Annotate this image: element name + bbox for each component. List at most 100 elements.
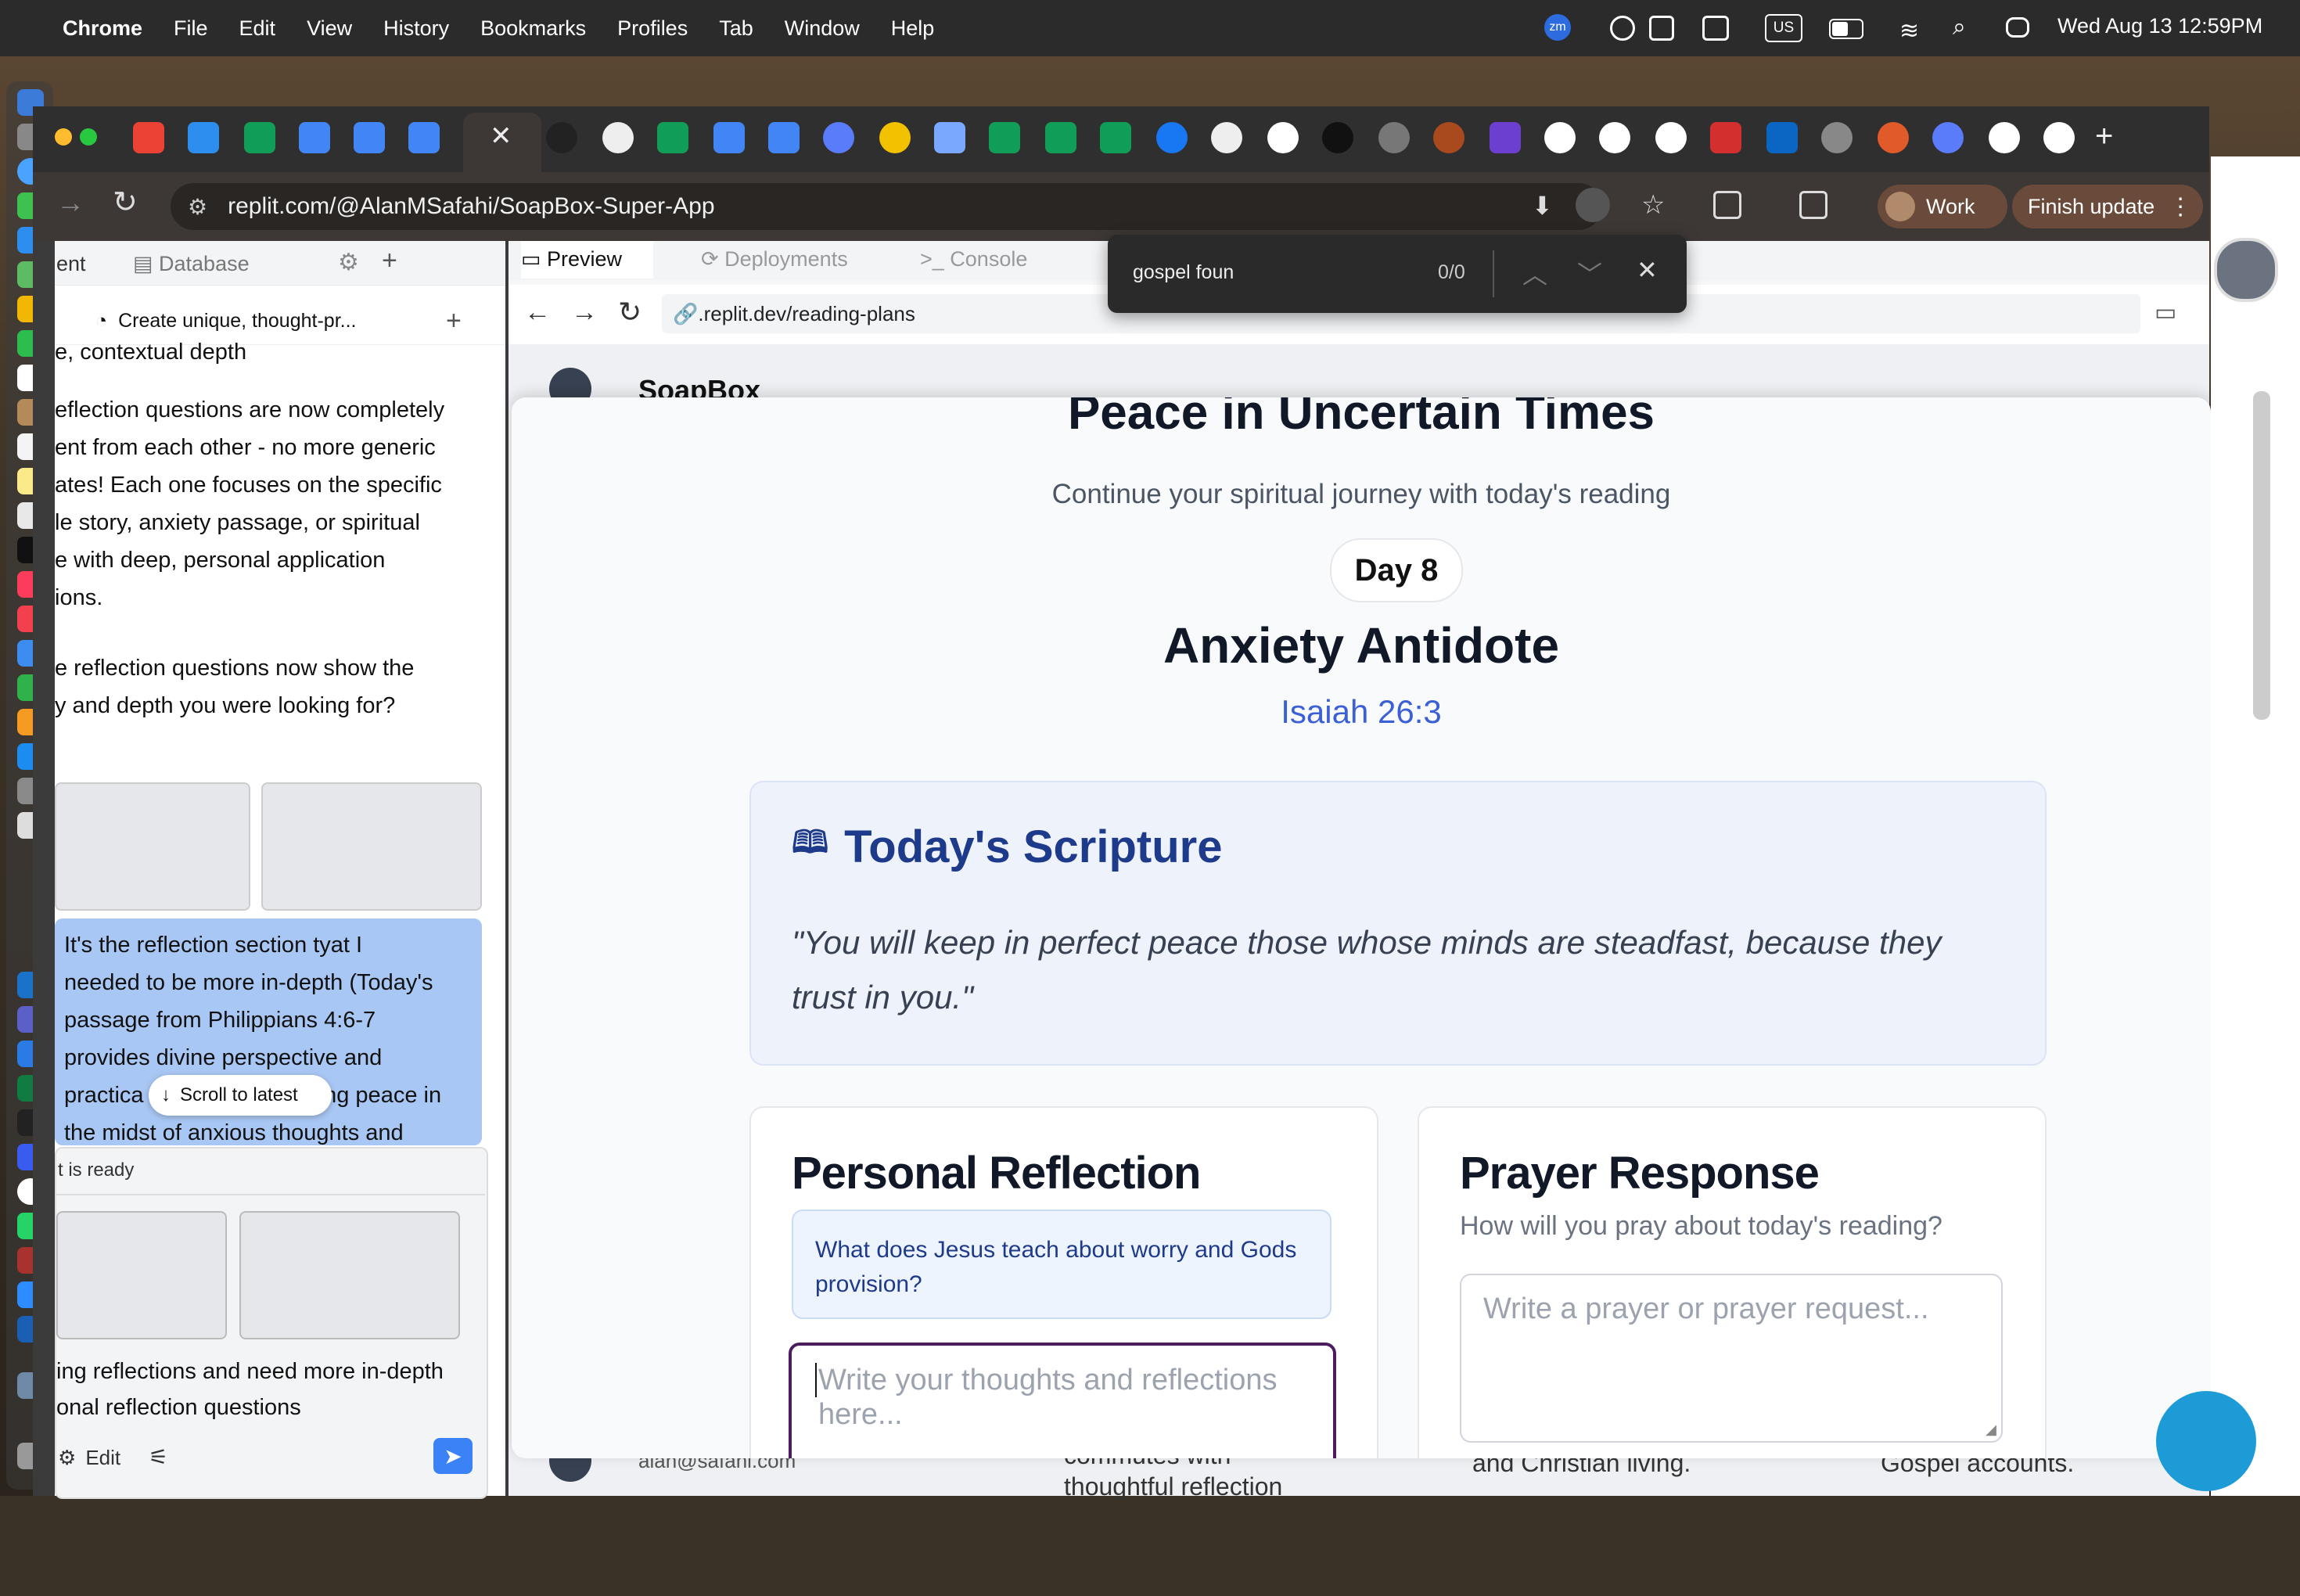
tab-close-icon[interactable]: ✕	[490, 120, 512, 152]
menu-view[interactable]: View	[307, 16, 352, 41]
chat-widget-button[interactable]	[2156, 1391, 2256, 1491]
tab-gemini[interactable]	[934, 122, 965, 153]
tab-sheets-3[interactable]	[989, 122, 1020, 153]
tab-app-8[interactable]	[1878, 122, 1909, 153]
menu-history[interactable]: History	[383, 16, 449, 41]
preview-forward-icon[interactable]: →	[571, 297, 598, 328]
finish-update-button[interactable]: Finish update ⋮	[2012, 185, 2203, 228]
tab-app-2[interactable]	[823, 122, 854, 153]
battery-icon[interactable]	[1829, 19, 1863, 39]
screenshot-thumbnail[interactable]	[261, 782, 482, 911]
input-source-indicator[interactable]: US	[1765, 14, 1802, 42]
new-chat-icon[interactable]: +	[446, 306, 462, 336]
preview-back-icon[interactable]: ←	[524, 297, 551, 328]
forward-icon[interactable]: →	[56, 186, 84, 219]
site-info-icon[interactable]: ⚙	[188, 194, 207, 220]
tab-app-7[interactable]	[1710, 122, 1741, 153]
tab-app-4[interactable]	[1378, 122, 1410, 153]
install-app-icon[interactable]: ⬇	[1532, 191, 1553, 221]
tab-facebook[interactable]	[1156, 122, 1188, 153]
history-icon[interactable]: ◔	[95, 310, 107, 332]
tab-console[interactable]: >_ Console	[920, 241, 1027, 277]
tab-active[interactable]: ✕	[463, 113, 541, 172]
address-bar[interactable]: ⚙ replit.com/@AlanMSafahi/SoapBox-Super-…	[171, 183, 1665, 230]
tab-app-3[interactable]	[879, 122, 911, 153]
extensions-icon[interactable]	[1713, 191, 1741, 219]
tab-agent[interactable]: ent	[56, 252, 86, 276]
add-tab-icon[interactable]: +	[382, 246, 397, 276]
composer-input[interactable]: ing reflections and need more in-depth o…	[56, 1353, 444, 1425]
tab-app-5[interactable]	[1433, 122, 1464, 153]
window-minimize-button[interactable]	[55, 128, 72, 146]
tab-search-icon[interactable]	[1799, 191, 1827, 219]
tab-docs-2[interactable]	[354, 122, 385, 153]
tab-docs-4[interactable]	[713, 122, 745, 153]
attachment-thumbnail[interactable]	[56, 1211, 227, 1339]
tab-deployments[interactable]: ⟳ Deployments	[701, 241, 848, 277]
tab-google-2[interactable]	[1544, 122, 1576, 153]
menu-bookmarks[interactable]: Bookmarks	[480, 16, 586, 41]
tab-google-4[interactable]	[1655, 122, 1687, 153]
control-center-icon[interactable]	[2006, 17, 2029, 38]
find-query-input[interactable]: gospel foun	[1133, 261, 1234, 284]
spotlight-search-icon[interactable]: ⌕	[1953, 14, 1966, 41]
tab-google[interactable]	[1267, 122, 1299, 153]
tab-linkedin[interactable]	[1766, 122, 1798, 153]
preview-reload-icon[interactable]: ↻	[618, 296, 641, 329]
tab-openai[interactable]	[546, 122, 577, 153]
profile-button[interactable]: Work	[1878, 185, 2007, 228]
menu-file[interactable]: File	[174, 16, 208, 41]
accessibility-status-icon[interactable]	[1610, 16, 1635, 41]
tab-sheets[interactable]	[244, 122, 275, 153]
tab-globe[interactable]	[1821, 122, 1853, 153]
find-in-page-icon[interactable]	[1576, 188, 1610, 222]
tab-preview[interactable]: ▭ Preview	[521, 241, 654, 279]
tab-sheets-2[interactable]	[657, 122, 688, 153]
menubar-clock[interactable]: Wed Aug 13 12:59PM	[2057, 14, 2262, 38]
tab-app-9[interactable]	[1932, 122, 1964, 153]
tab-x-circle[interactable]	[602, 122, 634, 153]
chat-title[interactable]: Create unique, thought-pr...	[118, 310, 356, 332]
tab-sheets-4[interactable]	[1045, 122, 1076, 153]
device-toggle-icon[interactable]: ▭	[2154, 299, 2176, 326]
settings-sliders-icon[interactable]: ⚟	[149, 1444, 168, 1470]
tab-docs-3[interactable]	[408, 122, 440, 153]
teams-status-icon[interactable]	[1702, 16, 1729, 41]
menu-profiles[interactable]: Profiles	[617, 16, 688, 41]
find-previous-icon[interactable]: ︿	[1522, 255, 1547, 291]
screenshot-thumbnail[interactable]	[55, 782, 250, 911]
settings-gear-icon[interactable]: ⚙	[338, 249, 359, 276]
menu-edit[interactable]: Edit	[239, 16, 276, 41]
collapse-chevron-icon[interactable]	[2244, 1549, 2291, 1596]
tab-docs-5[interactable]	[768, 122, 800, 153]
reflection-textarea[interactable]: Write your thoughts and reflections here…	[789, 1343, 1336, 1458]
reload-icon[interactable]: ↻	[113, 185, 138, 220]
find-next-icon[interactable]: ﹀	[1577, 255, 1602, 291]
scroll-to-latest-button[interactable]: ↓ Scroll to latest	[149, 1075, 332, 1116]
tab-google-6[interactable]	[2043, 122, 2075, 153]
chrome-menu-icon[interactable]: ⋮	[2169, 193, 2192, 221]
tab-database[interactable]: ▤ Database	[133, 252, 250, 276]
attachment-thumbnail[interactable]	[239, 1211, 460, 1339]
tab-google-3[interactable]	[1599, 122, 1630, 153]
tab-app-6[interactable]	[1490, 122, 1521, 153]
outlook-status-icon[interactable]	[1649, 16, 1674, 41]
tab-docs[interactable]	[299, 122, 330, 153]
zoom-status-icon[interactable]: zm	[1544, 14, 1571, 41]
find-close-icon[interactable]: ✕	[1637, 255, 1658, 285]
tab-sheets-5[interactable]	[1100, 122, 1131, 153]
window-zoom-button[interactable]	[80, 128, 97, 146]
send-button[interactable]: ➤	[433, 1438, 473, 1474]
menu-tab[interactable]: Tab	[719, 16, 753, 41]
edit-mode-button[interactable]: ⚙ Edit	[58, 1446, 120, 1470]
address-bar-url[interactable]: replit.com/@AlanMSafahi/SoapBox-Super-Ap…	[228, 193, 714, 220]
menu-help[interactable]: Help	[891, 16, 935, 41]
prayer-textarea[interactable]: Write a prayer or prayer request... ◢	[1460, 1274, 2003, 1443]
wifi-icon[interactable]: ≋	[1899, 17, 1919, 45]
bookmark-star-icon[interactable]: ☆	[1641, 189, 1665, 221]
resize-handle-icon[interactable]: ◢	[1986, 1422, 1996, 1438]
tab-gmail[interactable]	[133, 122, 164, 153]
menu-window[interactable]: Window	[785, 16, 860, 41]
scrollbar-thumb[interactable]	[2253, 391, 2270, 720]
new-tab-button[interactable]: +	[2095, 119, 2113, 154]
